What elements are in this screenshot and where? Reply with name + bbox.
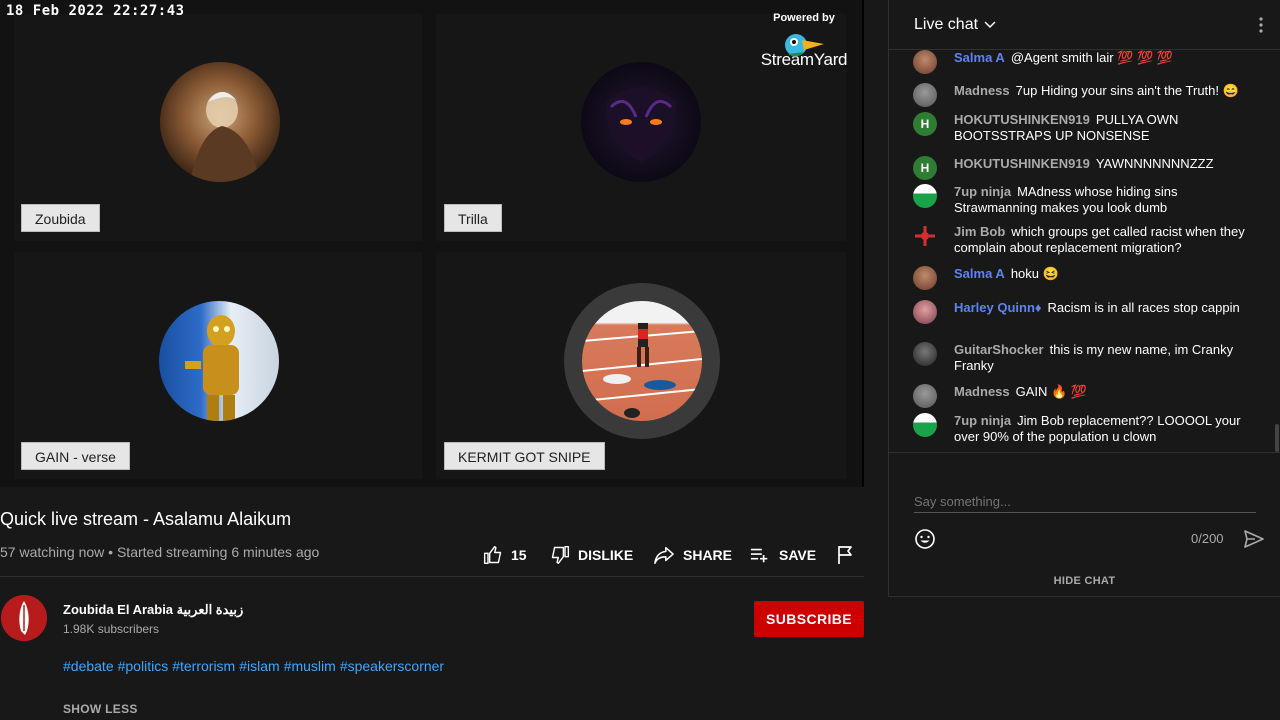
hashtag-link[interactable]: #debate	[63, 658, 114, 674]
participant-tile-kermit: KERMIT GOT SNIPE	[436, 252, 846, 479]
subscriber-count: 1.98K subscribers	[63, 622, 160, 636]
chat-author[interactable]: HOKUTUSHINKEN919	[954, 156, 1090, 171]
share-label: SHARE	[683, 547, 733, 563]
hashtag-link[interactable]: #islam	[239, 658, 279, 674]
chat-message: 7up ninja MAdness whose hiding sins Straw…	[913, 184, 1253, 216]
hashtag-list: #debate #politics #terrorism #islam #muslim #…	[63, 658, 448, 674]
participant-name-trilla: Trilla	[444, 204, 502, 232]
participant-avatar	[564, 283, 720, 439]
chat-message: Madness 7up Hiding your sins ain't the Tr…	[913, 83, 1253, 107]
channel-avatar[interactable]	[1, 595, 47, 641]
chat-message: GuitarShocker this is my new name, im Cra…	[913, 342, 1253, 374]
video-title: Quick live stream - Asalamu Alaikum	[0, 509, 292, 529]
dislike-label: DISLIKE	[578, 547, 634, 563]
chat-text: @Agent smith lair 💯 💯 💯	[1010, 50, 1174, 65]
subscribe-button[interactable]: SUBSCRIBE	[754, 601, 864, 637]
chat-message: H HOKUTUSHINKEN919 PULLYA OWN BOOTSSTRAPS…	[913, 112, 1253, 144]
more-options-icon[interactable]	[1258, 16, 1264, 34]
hide-chat-button[interactable]: HIDE CHAT	[889, 575, 1280, 587]
hashtag-link[interactable]: #speakerscorner	[340, 658, 444, 674]
user-avatar	[913, 50, 937, 74]
hashtag-link[interactable]: #politics	[118, 658, 169, 674]
character-counter: 0/200	[1191, 531, 1224, 546]
chat-message: Salma A @Agent smith lair 💯 💯 💯	[913, 50, 1253, 74]
chat-text: hoku 😆	[1010, 266, 1059, 281]
chat-message: H HOKUTUSHINKEN919 YAWNNNNNNNZZZ	[913, 156, 1253, 180]
share-icon	[654, 546, 674, 564]
emoji-icon[interactable]	[914, 528, 936, 550]
hashtag-link[interactable]: #terrorism	[172, 658, 235, 674]
chat-text: 7up Hiding your sins ain't the Truth! 😄	[1015, 83, 1239, 98]
channel-name[interactable]: Zoubida El Arabia زبيدة العربية	[63, 602, 243, 618]
user-avatar	[913, 224, 937, 248]
chat-scrollbar[interactable]	[1275, 424, 1279, 452]
save-label: SAVE	[779, 547, 817, 563]
streamyard-branding: Powered by StreamYard	[756, 12, 852, 70]
chat-message: Salma A hoku 😆	[913, 266, 1253, 290]
section-divider	[0, 576, 864, 577]
video-meta: 57 watching now • Started streaming 6 mi…	[0, 544, 320, 560]
participant-name-kermit: KERMIT GOT SNIPE	[444, 442, 605, 470]
participant-tile-gain: GAIN - verse	[14, 252, 422, 479]
chevron-down-icon[interactable]	[983, 18, 997, 32]
participant-name-zoubida: Zoubida	[21, 204, 100, 232]
thumbs-down-icon	[551, 545, 570, 565]
flag-icon	[838, 546, 852, 564]
streamyard-logo-icon	[782, 30, 826, 65]
chat-author[interactable]: Salma A	[954, 50, 1005, 65]
user-avatar: H	[913, 112, 937, 136]
user-avatar	[913, 184, 937, 208]
chat-input-area: 0/200 HIDE CHAT	[889, 452, 1280, 597]
share-button[interactable]: SHARE	[653, 540, 732, 570]
dislike-button[interactable]: DISLIKE	[550, 540, 633, 570]
hashtag-link[interactable]: #muslim	[284, 658, 336, 674]
chat-author[interactable]: Madness	[954, 384, 1010, 399]
user-avatar	[913, 266, 937, 290]
send-icon[interactable]	[1243, 529, 1265, 549]
live-chat-panel: Live chat Salma A @Agent smith lair 💯 💯 💯…	[888, 0, 1280, 597]
thumbs-up-icon	[483, 545, 502, 565]
user-avatar	[913, 384, 937, 408]
video-edge	[862, 0, 864, 487]
like-button[interactable]: 15	[483, 540, 527, 570]
chat-author[interactable]: Salma A	[954, 266, 1005, 281]
chat-author[interactable]: 7up ninja	[954, 413, 1011, 428]
chat-text: GAIN 🔥 💯	[1015, 384, 1088, 399]
video-player[interactable]: Zoubida Trilla GAIN - verse KERMIT GOT S…	[0, 0, 864, 487]
youtube-live-page: Zoubida Trilla GAIN - verse KERMIT GOT S…	[0, 0, 1280, 720]
user-avatar	[913, 300, 937, 324]
show-less-button[interactable]: SHOW LESS	[63, 702, 138, 716]
participant-avatar	[581, 62, 701, 182]
chat-message: Harley Quinn♦ Racism is in all races stop…	[913, 300, 1253, 324]
chat-author[interactable]: GuitarShocker	[954, 342, 1044, 357]
chat-author[interactable]: HOKUTUSHINKEN919	[954, 112, 1090, 127]
participant-tile-zoubida: Zoubida	[14, 14, 422, 241]
playlist-add-icon	[750, 548, 768, 563]
chat-message: 7up ninja Jim Bob replacement?? LOOOOL yo…	[913, 413, 1253, 445]
chat-mode-selector[interactable]: Live chat	[914, 16, 978, 34]
user-avatar	[913, 83, 937, 107]
chat-message-list[interactable]: Salma A @Agent smith lair 💯 💯 💯 Madness 7u…	[889, 50, 1280, 450]
report-button[interactable]	[837, 540, 855, 570]
chat-author[interactable]: Madness	[954, 83, 1010, 98]
save-button[interactable]: SAVE	[749, 540, 816, 570]
chat-message: Jim Bob which groups get called racist wh…	[913, 224, 1253, 256]
chat-message: Madness GAIN 🔥 💯	[913, 384, 1253, 408]
chat-text: Racism is in all races stop cappin	[1047, 300, 1240, 315]
chat-message-input[interactable]	[914, 491, 1256, 513]
like-count: 15	[511, 547, 527, 563]
chat-text: YAWNNNNNNNZZZ	[1095, 156, 1214, 171]
participant-name-gain: GAIN - verse	[21, 442, 130, 470]
chat-header: Live chat	[889, 0, 1280, 50]
chat-author[interactable]: 7up ninja	[954, 184, 1011, 199]
chat-author[interactable]: Jim Bob	[954, 224, 1005, 239]
user-avatar	[913, 413, 937, 437]
user-avatar: H	[913, 156, 937, 180]
stream-timestamp: 18 Feb 2022 22:27:43	[6, 3, 185, 19]
user-avatar	[913, 342, 937, 366]
chat-author[interactable]: Harley Quinn♦	[954, 300, 1042, 315]
participant-avatar	[159, 301, 279, 421]
powered-by-label: Powered by	[773, 12, 835, 24]
participant-avatar	[160, 62, 280, 182]
